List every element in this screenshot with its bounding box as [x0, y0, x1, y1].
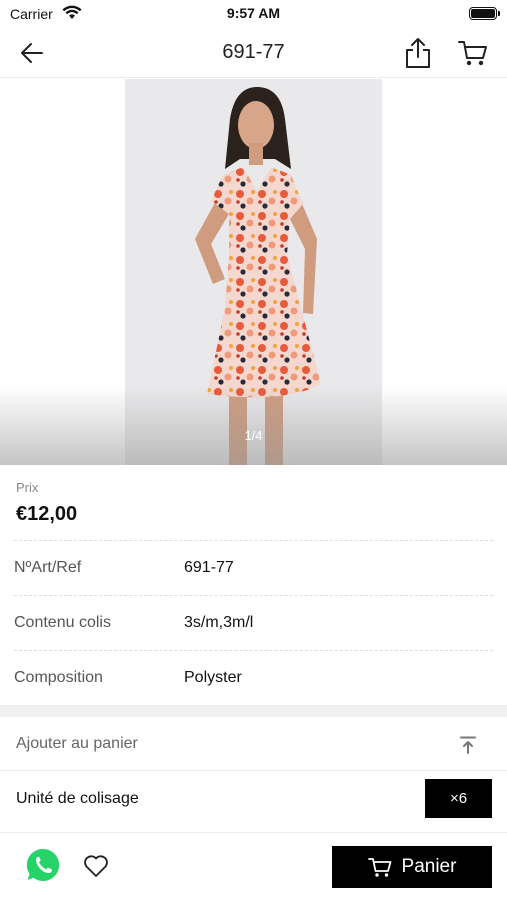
- heart-icon[interactable]: [82, 853, 110, 879]
- divider: [14, 650, 493, 651]
- nav-bar: 691-77: [0, 28, 507, 78]
- collapse-top-icon[interactable]: [458, 735, 478, 755]
- price-label: Prix: [16, 480, 39, 495]
- spec-value: Polyster: [184, 669, 242, 686]
- spec-row-reference: NºArt/Ref 691-77: [0, 540, 507, 595]
- share-icon[interactable]: [402, 36, 434, 70]
- price-value: €12,00: [16, 503, 78, 525]
- spec-row-composition: Composition Polyster: [0, 650, 507, 705]
- divider: [14, 540, 493, 541]
- cart-icon[interactable]: [457, 38, 489, 68]
- section-separator: [0, 705, 507, 717]
- status-time: 9:57 AM: [226, 5, 281, 21]
- packaging-unit-row: Unité de colisage ×6: [0, 771, 507, 833]
- image-counter: 1/4: [244, 428, 263, 443]
- spec-value: 691-77: [184, 559, 234, 576]
- spec-label: Contenu colis: [14, 614, 111, 631]
- image-overlay: [0, 385, 507, 465]
- packaging-unit-label: Unité de colisage: [16, 790, 139, 807]
- battery-icon: [469, 7, 500, 20]
- quantity-button[interactable]: ×6: [425, 779, 492, 818]
- bottom-bar: Panier: [0, 833, 507, 900]
- cart-icon: [367, 858, 391, 877]
- spec-label: NºArt/Ref: [14, 559, 82, 576]
- cart-button[interactable]: Panier: [332, 846, 492, 888]
- spec-value: 3s/m,3m/l: [184, 614, 254, 631]
- divider: [14, 595, 493, 596]
- spec-label: Composition: [14, 669, 103, 686]
- cart-button-label: Panier: [401, 856, 457, 877]
- product-gallery[interactable]: 1/4: [0, 79, 507, 465]
- add-to-cart-label: Ajouter au panier: [16, 735, 138, 752]
- whatsapp-icon[interactable]: [25, 847, 61, 883]
- status-bar: Carrier 9:57 AM: [0, 0, 507, 28]
- spec-row-package: Contenu colis 3s/m,3m/l: [0, 595, 507, 650]
- add-to-cart-row[interactable]: Ajouter au panier: [0, 717, 507, 771]
